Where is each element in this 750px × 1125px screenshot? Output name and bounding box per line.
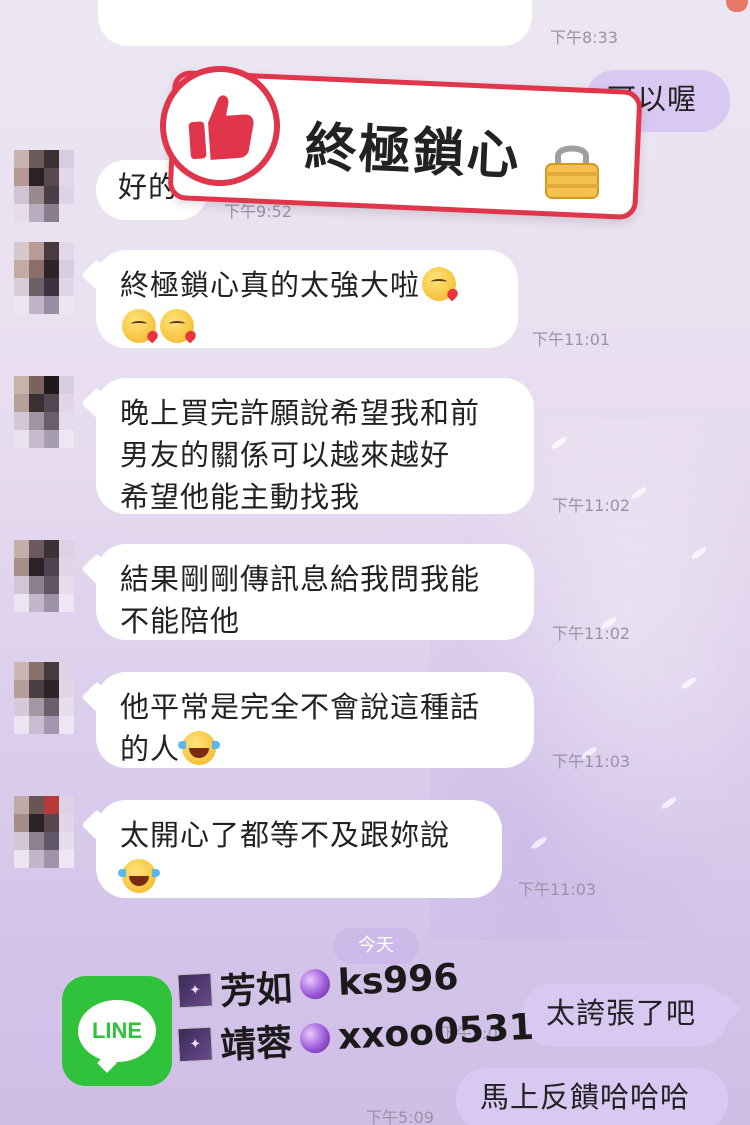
kissing-face-icon [122,309,156,343]
contact-name: 芳如 [219,968,294,1014]
contact-tile-icon: ✦ [177,1026,214,1063]
avatar[interactable] [14,662,74,734]
message-text: 太誇張了吧 [546,996,697,1030]
kissing-face-icon [160,309,194,343]
message-text: 終極鎖心真的太強大啦 [120,268,421,302]
contact-name: 靖蓉 [219,1022,294,1068]
contact-id: ks996 [336,956,460,1004]
message-bubble-incoming[interactable]: 結果剛剛傳訊息給我問我能 不能陪他 [81,544,534,640]
line-logo-text: LINE [78,1000,156,1062]
chat-screen: 下午8:33 已讀 可以喔 好的 下午9:52 終極鎖心真的太強大啦 下午11:… [0,0,750,1125]
avatar[interactable] [14,540,74,612]
message-time: 下午11:01 [532,330,611,349]
message-bubble-incoming[interactable]: 晚上買完許願說希望我和前 男友的關係可以越來越好 希望他能主動找我 [81,378,534,514]
message-time: 下午8:33 [550,28,618,47]
message-text: 晚上買完許願說希望我和前 男友的關係可以越來越好 希望他能主動找我 [120,396,481,514]
message-bubble-incoming[interactable] [98,0,532,46]
message-text: 他平常是完全不會說這種話 的人 [120,690,481,766]
message-time: 下午11:03 [518,880,597,899]
message-text: 太開心了都等不及跟妳說 [120,818,451,852]
corner-decoration [726,0,748,12]
crystal-ball-icon [299,1022,331,1054]
avatar[interactable] [14,242,74,314]
thumbs-up-icon [188,95,254,160]
message-bubble-incoming[interactable]: 他平常是完全不會說這種話 的人 [81,672,534,768]
contact-tile-icon: ✦ [177,972,214,1009]
message-time: 下午11:02 [552,496,631,515]
tears-of-joy-icon [118,859,160,893]
tears-of-joy-icon [178,731,221,765]
kissing-face-icon [422,267,457,301]
message-bubble-outgoing[interactable]: 馬上反饋哈哈哈 [456,1068,728,1125]
message-bubble-incoming[interactable]: 太開心了都等不及跟妳說 [81,800,502,898]
contact-id: xxoo0531 [336,1006,535,1058]
lock-icon [545,145,599,199]
line-app-icon: LINE [62,976,172,1086]
avatar[interactable] [14,150,74,222]
banner-title: 終極鎖心 [303,117,522,188]
message-text: 結果剛剛傳訊息給我問我能 不能陪他 [120,562,481,638]
message-bubble-outgoing[interactable]: 太誇張了吧 [522,984,741,1046]
avatar[interactable] [14,796,74,868]
crystal-ball-icon [299,968,331,1000]
message-time: 下午5:09 [366,1108,434,1125]
message-time: 下午11:03 [552,752,631,771]
message-text: 馬上反饋哈哈哈 [480,1080,691,1114]
message-time: 下午11:02 [552,624,631,643]
avatar[interactable] [14,376,74,448]
message-bubble-incoming[interactable]: 終極鎖心真的太強大啦 [81,250,518,348]
